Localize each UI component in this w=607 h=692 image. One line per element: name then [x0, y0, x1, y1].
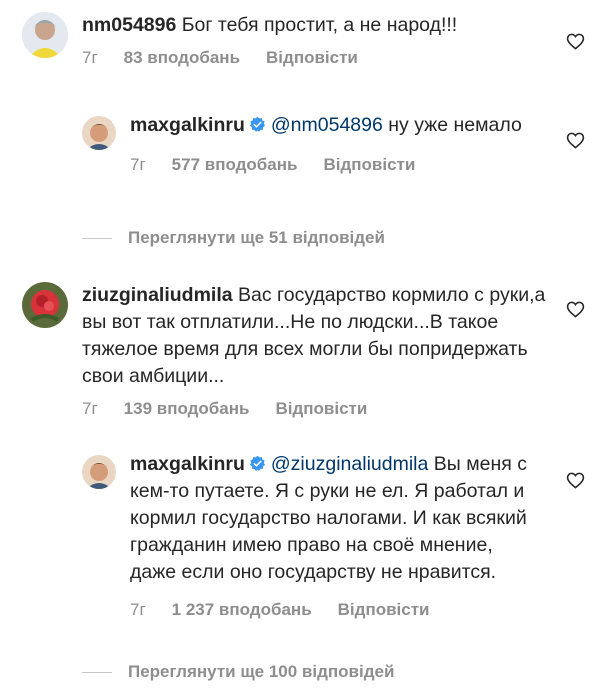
likes-count[interactable]: 83 вподобань [124, 48, 240, 68]
username[interactable]: maxgalkinru [130, 453, 245, 475]
heart-icon[interactable] [566, 471, 585, 490]
view-replies-label[interactable]: Переглянути ще 51 відповідей [128, 228, 385, 248]
avatar[interactable] [22, 12, 68, 58]
avatar[interactable] [22, 282, 68, 328]
comment-content: Бог тебя простит, а не народ!!! [181, 14, 458, 36]
reply-maxgalkinru-1: maxgalkinru @nm054896 ну уже немало 7г 57… [82, 112, 532, 175]
heart-icon[interactable] [566, 300, 585, 319]
comment-text: ziuzginaliudmila Вас государство кормило… [82, 282, 562, 390]
verified-badge-icon [249, 455, 265, 471]
reply-button[interactable]: Відповісти [338, 600, 430, 620]
view-more-replies-button[interactable]: Переглянути ще 100 відповідей [82, 662, 394, 682]
timestamp[interactable]: 7г [82, 48, 98, 68]
likes-count[interactable]: 577 вподобань [172, 155, 298, 175]
comment-body: nm054896 Бог тебя простит, а не народ!!!… [82, 12, 562, 68]
comment-meta: 7г 577 вподобань Відповісти [130, 155, 532, 175]
reply-button[interactable]: Відповісти [275, 399, 367, 419]
divider-line [82, 237, 112, 239]
reply-button[interactable]: Відповісти [323, 155, 415, 175]
comment-body: maxgalkinru @nm054896 ну уже немало 7г 57… [130, 112, 532, 175]
username[interactable]: ziuzginaliudmila [82, 284, 233, 306]
comment-nm054896: nm054896 Бог тебя простит, а не народ!!!… [22, 12, 562, 68]
comment-meta: 7г 139 вподобань Відповісти [82, 399, 562, 419]
username[interactable]: nm054896 [82, 14, 176, 36]
username[interactable]: maxgalkinru [130, 114, 245, 136]
timestamp[interactable]: 7г [130, 155, 146, 175]
heart-icon[interactable] [566, 131, 585, 150]
verified-badge-icon [249, 116, 265, 132]
comment-text: maxgalkinru @nm054896 ну уже немало [130, 112, 532, 139]
timestamp[interactable]: 7г [82, 399, 98, 419]
reply-maxgalkinru-2: maxgalkinru @ziuzginaliudmila Вы меня с к… [82, 451, 542, 620]
view-more-replies-button[interactable]: Переглянути ще 51 відповідей [82, 228, 385, 248]
timestamp[interactable]: 7г [130, 600, 146, 620]
mention-link[interactable]: @nm054896 [271, 114, 383, 136]
mention-link[interactable]: @ziuzginaliudmila [271, 453, 428, 475]
comment-body: ziuzginaliudmila Вас государство кормило… [82, 282, 562, 419]
likes-count[interactable]: 1 237 вподобань [172, 600, 312, 620]
heart-icon[interactable] [566, 32, 585, 51]
reply-button[interactable]: Відповісти [266, 48, 358, 68]
view-replies-label[interactable]: Переглянути ще 100 відповідей [128, 662, 394, 682]
divider-line [82, 671, 112, 673]
likes-count[interactable]: 139 вподобань [124, 399, 250, 419]
comment-meta: 7г 83 вподобань Відповісти [82, 48, 562, 68]
comment-text: nm054896 Бог тебя простит, а не народ!!! [82, 12, 562, 39]
comment-text: maxgalkinru @ziuzginaliudmila Вы меня с к… [130, 451, 542, 586]
comment-meta: 7г 1 237 вподобань Відповісти [130, 600, 542, 620]
avatar[interactable] [82, 455, 116, 489]
comment-content: ну уже немало [382, 114, 522, 136]
avatar[interactable] [82, 116, 116, 150]
comment-body: maxgalkinru @ziuzginaliudmila Вы меня с к… [130, 451, 542, 620]
comment-ziuzginaliudmila: ziuzginaliudmila Вас государство кормило… [22, 282, 562, 419]
